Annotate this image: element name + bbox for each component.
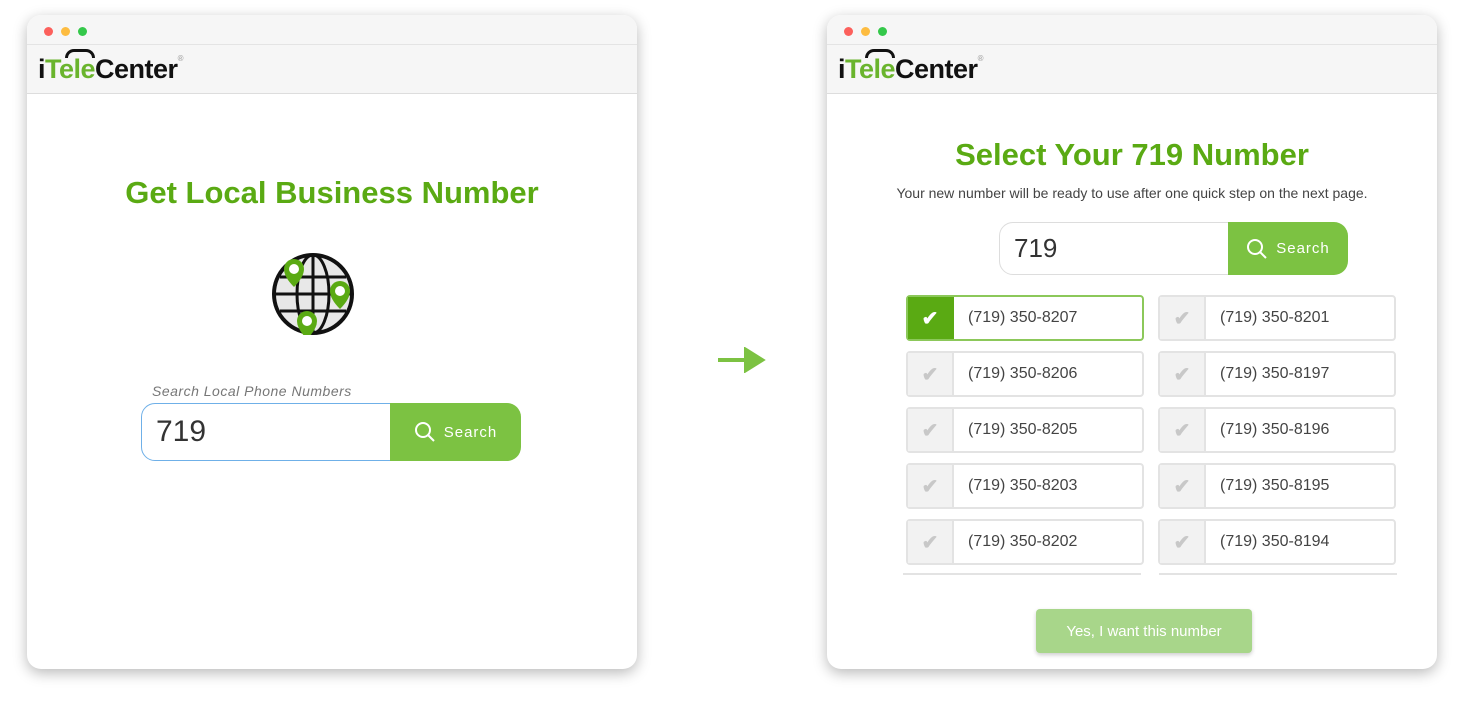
phone-number: (719) 350-8206 — [968, 365, 1078, 382]
page-title: Get Local Business Number — [125, 175, 539, 210]
subtitle: Your new number will be ready to use aft… — [896, 185, 1368, 201]
number-option[interactable]: ✔ (719) 350-8194 — [1158, 519, 1396, 565]
browser-window-select: iTeleCenter® Select Your 719 Number Your… — [827, 15, 1437, 669]
number-option[interactable]: ✔ (719) 350-8205 — [906, 407, 1144, 453]
search-button-label: Search — [443, 423, 498, 441]
minimize-dot[interactable] — [861, 27, 870, 36]
checkmark-icon: ✔ — [1160, 297, 1206, 339]
checkmark-icon: ✔ — [908, 465, 954, 507]
logo: iTeleCenter® — [838, 54, 984, 84]
search-button[interactable]: Search — [390, 403, 521, 461]
search-button-label: Search — [1276, 240, 1330, 257]
search-input[interactable]: 719 — [141, 403, 391, 461]
close-dot[interactable] — [844, 27, 853, 36]
phone-number: (719) 350-8203 — [968, 477, 1078, 494]
search-icon — [1247, 238, 1267, 259]
checkmark-icon: ✔ — [908, 409, 954, 451]
checkmark-icon: ✔ — [1160, 409, 1206, 451]
search-icon — [414, 422, 435, 442]
browser-window-search: iTeleCenter® Get Local Business Number S… — [27, 15, 637, 669]
title-bar — [27, 15, 637, 45]
number-option[interactable]: ✔ (719) 350-8197 — [1158, 351, 1396, 397]
title-bar — [827, 15, 1437, 45]
checkmark-icon: ✔ — [1160, 521, 1206, 563]
checkmark-icon: ✔ — [1160, 353, 1206, 395]
search-button[interactable]: Search — [1228, 222, 1348, 275]
phone-number: (719) 350-8202 — [968, 533, 1078, 550]
phone-number: (719) 350-8194 — [1220, 533, 1330, 550]
number-option[interactable]: ✔ (719) 350-8202 — [906, 519, 1144, 565]
page-title: Select Your 719 Number — [955, 137, 1309, 172]
phone-number: (719) 350-8195 — [1220, 477, 1330, 494]
number-option[interactable]: ✔ (719) 350-8206 — [906, 351, 1144, 397]
search-input[interactable]: 719 — [999, 222, 1231, 275]
arrow-right-icon — [718, 347, 766, 373]
minimize-dot[interactable] — [61, 27, 70, 36]
number-option[interactable]: ✔ (719) 350-8207 — [906, 295, 1144, 341]
maximize-dot[interactable] — [878, 27, 887, 36]
confirm-number-button[interactable]: Yes, I want this number — [1036, 609, 1252, 653]
number-option[interactable]: ✔ (719) 350-8196 — [1158, 407, 1396, 453]
maximize-dot[interactable] — [78, 27, 87, 36]
search-label: Search Local Phone Numbers — [152, 383, 352, 399]
checkmark-icon: ✔ — [908, 297, 954, 339]
checkmark-icon: ✔ — [1160, 465, 1206, 507]
number-option[interactable]: ✔ (719) 350-8201 — [1158, 295, 1396, 341]
globe-with-map-pins-icon — [272, 253, 354, 335]
phone-number: (719) 350-8205 — [968, 421, 1078, 438]
number-option[interactable]: ✔ (719) 350-8195 — [1158, 463, 1396, 509]
phone-number: (719) 350-8201 — [1220, 309, 1330, 326]
phone-number: (719) 350-8196 — [1220, 421, 1330, 438]
phone-number: (719) 350-8197 — [1220, 365, 1330, 382]
number-option[interactable]: ✔ (719) 350-8203 — [906, 463, 1144, 509]
logo: iTeleCenter® — [38, 54, 184, 84]
close-dot[interactable] — [44, 27, 53, 36]
checkmark-icon: ✔ — [908, 521, 954, 563]
checkmark-icon: ✔ — [908, 353, 954, 395]
phone-number: (719) 350-8207 — [968, 309, 1078, 326]
